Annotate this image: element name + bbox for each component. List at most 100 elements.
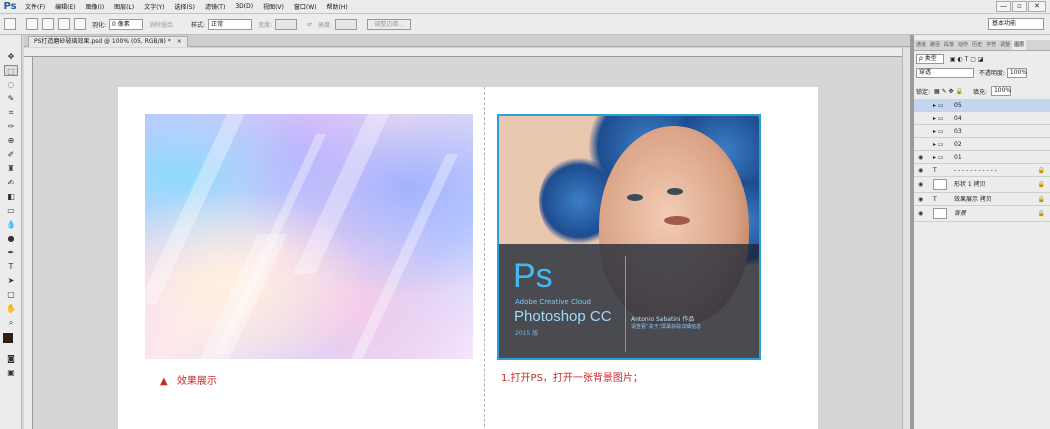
menu-select[interactable]: 选择(S): [169, 2, 200, 11]
move-tool-icon[interactable]: ✥: [4, 51, 18, 62]
tab-paragraph[interactable]: 段落: [942, 40, 956, 50]
width-input[interactable]: [275, 18, 298, 30]
layer-row-01[interactable]: ◉ ▸ ▭ 01: [914, 151, 1050, 164]
layer-row-02[interactable]: ▸ ▭ 02: [914, 138, 1050, 151]
gradient-tool-icon[interactable]: ▭: [4, 205, 18, 216]
dodge-tool-icon[interactable]: ●: [4, 233, 18, 244]
blur-tool-icon[interactable]: 💧: [4, 219, 18, 230]
layer-row-background[interactable]: ◉ 背景 🔒: [914, 206, 1050, 222]
tab-actions[interactable]: 动作: [956, 40, 970, 50]
healing-tool-icon[interactable]: ⊕: [4, 135, 18, 146]
photoshop-logo: Ps: [3, 0, 17, 12]
menu-help[interactable]: 帮助(H): [322, 2, 353, 11]
quick-mask-icon[interactable]: ◙: [4, 353, 18, 364]
feather-input[interactable]: 0 像素: [109, 18, 144, 30]
toolbox: ✥ ⬚ ◌ ✎ ⌗ ✑ ⊕ ✐ ♜ ✍ ◧ ▭ 💧 ● ✒ T ➤ ▢ ✋ ⌕ …: [0, 35, 22, 429]
fill-input[interactable]: 100%: [990, 86, 1011, 96]
layer-row-shape[interactable]: ◉ 形状 1 拷贝 🔒: [914, 177, 1050, 193]
intersect-selection-icon[interactable]: [74, 18, 86, 30]
feather-label: 羽化:: [92, 21, 107, 29]
quick-select-tool-icon[interactable]: ✎: [4, 93, 18, 104]
lasso-tool-icon[interactable]: ◌: [4, 79, 18, 90]
close-button[interactable]: ✕: [1028, 1, 1046, 12]
text-layer-icon: T: [933, 196, 937, 203]
blend-mode-select[interactable]: 穿透: [916, 68, 974, 78]
canvas-area[interactable]: Ps Adobe Creative Cloud Photoshop CC 201…: [33, 57, 910, 429]
refine-edge-button[interactable]: 调整边缘...: [367, 18, 412, 30]
tab-paths[interactable]: 路径: [928, 40, 942, 50]
menu-image[interactable]: 图像(I): [81, 2, 109, 11]
pen-tool-icon[interactable]: ✒: [4, 247, 18, 258]
menu-type[interactable]: 文字(Y): [139, 2, 169, 11]
tab-layers[interactable]: 图层: [1012, 40, 1027, 50]
menu-3d[interactable]: 3D(D): [230, 3, 258, 10]
style-select[interactable]: 正常: [208, 18, 253, 30]
antialias-checkbox[interactable]: 消除锯齿: [149, 20, 173, 29]
eyedropper-tool-icon[interactable]: ✑: [4, 121, 18, 132]
restore-button[interactable]: ▫: [1012, 1, 1027, 12]
visibility-eye-icon[interactable]: ◉: [918, 206, 925, 222]
eraser-tool-icon[interactable]: ◧: [4, 191, 18, 202]
visibility-eye-icon[interactable]: ◉: [918, 193, 925, 206]
caption-step-1: 1.打开PS，打开一张背景图片；: [501, 373, 643, 384]
screen-mode-icon[interactable]: ▣: [4, 367, 18, 378]
workspace-select[interactable]: 基本功能: [988, 18, 1044, 30]
swap-icon[interactable]: ⇄: [307, 21, 312, 28]
path-select-tool-icon[interactable]: ➤: [4, 275, 18, 286]
layer-row-05[interactable]: ▸ ▭ 05: [914, 99, 1050, 112]
tab-adjustments[interactable]: 调整: [998, 40, 1012, 50]
folder-icon: ▸ ▭: [933, 102, 944, 109]
menu-filter[interactable]: 滤镜(T): [200, 2, 230, 11]
layers-panel: 通道 路径 段落 动作 历史 字符 调整 图层 ρ 类型 ▣ ◐ T ▢ ◪ 穿…: [913, 35, 1050, 429]
marquee-tool-icon[interactable]: ⬚: [4, 65, 18, 76]
layer-thumbnail: [933, 179, 947, 190]
crop-tool-icon[interactable]: ⌗: [4, 107, 18, 118]
document-canvas[interactable]: Ps Adobe Creative Cloud Photoshop CC 201…: [118, 87, 818, 429]
foreground-color-swatch[interactable]: [3, 333, 13, 343]
zoom-tool-icon[interactable]: ⌕: [4, 317, 18, 328]
shape-tool-icon[interactable]: ▢: [4, 289, 18, 300]
stamp-tool-icon[interactable]: ♜: [4, 163, 18, 174]
history-brush-tool-icon[interactable]: ✍: [4, 177, 18, 188]
hand-tool-icon[interactable]: ✋: [4, 303, 18, 314]
version-label: 2015 版: [515, 330, 539, 337]
document-tab[interactable]: PS打造磨砂玻璃效果.psd @ 100% (05, RGB/8) * ×: [28, 36, 188, 47]
menu-file[interactable]: 文件(F): [20, 2, 50, 11]
menu-layer[interactable]: 图层(L): [109, 2, 139, 11]
new-selection-icon[interactable]: [26, 18, 38, 30]
tab-history[interactable]: 历史: [970, 40, 984, 50]
tab-character[interactable]: 字符: [984, 40, 998, 50]
minimize-button[interactable]: —: [996, 1, 1011, 12]
marquee-preset-icon[interactable]: [4, 18, 16, 30]
tab-close-icon[interactable]: ×: [177, 38, 182, 45]
document-tab-title: PS打造磨砂玻璃效果.psd @ 100% (05, RGB/8) *: [34, 38, 171, 45]
layer-row-caption[interactable]: ◉ T 效果展示 拷贝 🔒: [914, 193, 1050, 206]
height-label: 高度:: [318, 21, 333, 29]
layer-row-dashes[interactable]: ◉ T - - - - - - - - - - - 🔒: [914, 164, 1050, 177]
blend-row: 穿透 不透明度: 100%: [916, 68, 1027, 79]
menu-view[interactable]: 视图(V): [258, 2, 289, 11]
opacity-input[interactable]: 100%: [1006, 68, 1027, 78]
tab-channels[interactable]: 通道: [914, 40, 928, 50]
layer-row-04[interactable]: ▸ ▭ 04: [914, 112, 1050, 125]
filter-icons[interactable]: ▣ ◐ T ▢ ◪: [950, 56, 984, 63]
document-tab-bar: PS打造磨砂玻璃效果.psd @ 100% (05, RGB/8) * ×: [24, 35, 910, 47]
menu-edit[interactable]: 编辑(E): [50, 2, 80, 11]
guide-line: [484, 87, 485, 429]
lock-row: 锁定: ▦ ✎ ✥ 🔒 填充: 100%: [916, 86, 1011, 96]
splash-credit: Antonio Sabatini 作品: [631, 316, 695, 323]
height-input[interactable]: [335, 18, 358, 30]
visibility-eye-icon[interactable]: ◉: [918, 164, 925, 177]
type-tool-icon[interactable]: T: [4, 261, 18, 272]
visibility-eye-icon[interactable]: ◉: [918, 151, 925, 164]
visibility-eye-icon[interactable]: ◉: [918, 177, 925, 193]
add-selection-icon[interactable]: [42, 18, 54, 30]
subtract-selection-icon[interactable]: [58, 18, 70, 30]
menu-window[interactable]: 窗口(W): [289, 2, 322, 11]
caption-marker-icon: ▲: [160, 376, 168, 387]
layer-row-03[interactable]: ▸ ▭ 03: [914, 125, 1050, 138]
lock-icons[interactable]: ▦ ✎ ✥ 🔒: [934, 88, 963, 95]
vertical-scrollbar[interactable]: [902, 48, 910, 429]
brush-tool-icon[interactable]: ✐: [4, 149, 18, 160]
filter-kind-select[interactable]: ρ 类型: [916, 54, 944, 64]
